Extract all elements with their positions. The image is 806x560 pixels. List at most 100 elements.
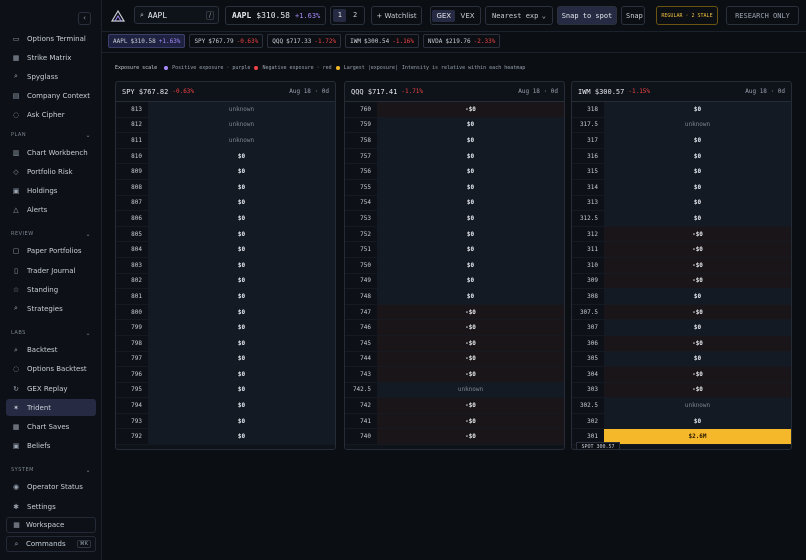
exposure-cell[interactable]: unknown bbox=[604, 398, 791, 413]
strike-row[interactable]: 808 $0 bbox=[116, 179, 335, 196]
strike-row[interactable]: 316 $0 bbox=[572, 148, 791, 165]
strike-row[interactable]: 796 $0 bbox=[116, 367, 335, 383]
exposure-cell[interactable]: $0 bbox=[377, 273, 564, 289]
strike-row[interactable]: 752 $0 bbox=[345, 226, 564, 243]
exposure-cell[interactable]: $0 bbox=[148, 179, 335, 195]
exposure-cell[interactable]: $0 bbox=[148, 320, 335, 335]
sidebar-item-spyglass[interactable]: ⌕ Spyglass bbox=[6, 68, 96, 85]
sidebar-item-strategies[interactable]: ⌕ Strategies bbox=[6, 300, 96, 317]
strike-row[interactable]: 307.5 -$0 bbox=[572, 304, 791, 321]
strike-row[interactable]: 797 $0 bbox=[116, 351, 335, 368]
expiry-select[interactable]: Nearest exp ⌄ bbox=[485, 6, 553, 25]
strike-row[interactable]: 758 $0 bbox=[345, 133, 564, 149]
exposure-cell[interactable]: $0 bbox=[604, 413, 791, 429]
strike-row[interactable]: 302 $0 bbox=[572, 413, 791, 430]
strike-row[interactable]: 757 $0 bbox=[345, 148, 564, 165]
exposure-cell[interactable]: unknown bbox=[148, 117, 335, 133]
exposure-cell[interactable]: $0 bbox=[604, 148, 791, 164]
exposure-cell[interactable]: $0 bbox=[377, 211, 564, 226]
exposure-cell[interactable]: $0 bbox=[148, 211, 335, 226]
exposure-cell[interactable]: $0 bbox=[377, 133, 564, 148]
strike-row[interactable]: 302.5 unknown bbox=[572, 398, 791, 414]
exposure-cell[interactable]: $0 bbox=[604, 211, 791, 226]
active-ticker-quote[interactable]: AAPL $310.58 +1.63% bbox=[225, 6, 326, 25]
strike-row[interactable]: 794 $0 bbox=[116, 398, 335, 414]
quote-chip-qqq[interactable]: QQQ $717.33 -1.72% bbox=[267, 34, 342, 48]
layout-2-button[interactable]: 2 bbox=[349, 9, 362, 22]
exposure-cell[interactable]: $0 bbox=[148, 351, 335, 367]
exposure-cell[interactable]: -$0 bbox=[377, 413, 564, 429]
strike-row[interactable]: 304 -$0 bbox=[572, 367, 791, 383]
ticker-search[interactable]: ⌕ / bbox=[134, 6, 219, 24]
exposure-cell[interactable]: $0 bbox=[148, 148, 335, 164]
watchlist-button[interactable]: + Watchlist bbox=[371, 6, 422, 25]
exposure-cell[interactable]: unknown bbox=[377, 382, 564, 398]
exposure-cell[interactable]: $0 bbox=[604, 289, 791, 304]
strike-row[interactable]: 792 $0 bbox=[116, 429, 335, 446]
sidebar-item-portfolio-risk[interactable]: ◇ Portfolio Risk bbox=[6, 163, 96, 180]
exposure-cell[interactable]: -$0 bbox=[377, 351, 564, 367]
snap-to-spot-button[interactable]: Snap to spot bbox=[557, 6, 617, 25]
exposure-cell[interactable]: $0 bbox=[148, 304, 335, 320]
exposure-cell[interactable]: $0 bbox=[148, 335, 335, 351]
strike-row[interactable]: 812 unknown bbox=[116, 117, 335, 134]
exposure-cell[interactable]: -$0 bbox=[604, 382, 791, 398]
exposure-cell[interactable]: unknown bbox=[148, 133, 335, 148]
strike-row[interactable]: 793 $0 bbox=[116, 413, 335, 430]
exposure-cell[interactable]: $2.6M bbox=[604, 429, 791, 445]
sidebar-item-options-backtest[interactable]: ◌ Options Backtest bbox=[6, 361, 96, 378]
sidebar-item-trader-journal[interactable]: ▯ Trader Journal bbox=[6, 262, 96, 279]
strike-row[interactable]: 317 $0 bbox=[572, 133, 791, 149]
strike-row[interactable]: 745 -$0 bbox=[345, 335, 564, 352]
exposure-cell[interactable]: $0 bbox=[377, 226, 564, 242]
sidebar-section-plan[interactable]: PLAN ⌄ bbox=[11, 132, 91, 139]
mode-vex-button[interactable]: VEX bbox=[457, 10, 479, 22]
strike-row[interactable]: 759 $0 bbox=[345, 117, 564, 134]
exposure-cell[interactable]: $0 bbox=[604, 351, 791, 367]
sidebar-item-settings[interactable]: ✱ Settings bbox=[6, 498, 96, 515]
layout-1-button[interactable]: 1 bbox=[333, 9, 347, 22]
sidebar-item-paper-portfolios[interactable]: ▢ Paper Portfolios bbox=[6, 243, 96, 260]
exposure-cell[interactable]: -$0 bbox=[377, 102, 564, 117]
mode-gex-button[interactable]: GEX bbox=[432, 9, 456, 22]
exposure-cell[interactable]: -$0 bbox=[604, 335, 791, 351]
exposure-cell[interactable]: $0 bbox=[377, 289, 564, 304]
collapse-sidebar-button[interactable]: ‹ bbox=[78, 12, 91, 25]
exposure-cell[interactable]: -$0 bbox=[377, 304, 564, 320]
exposure-cell[interactable]: $0 bbox=[148, 367, 335, 382]
exposure-cell[interactable]: -$0 bbox=[604, 304, 791, 320]
strike-row[interactable]: 315 $0 bbox=[572, 164, 791, 180]
exposure-cell[interactable]: $0 bbox=[377, 195, 564, 211]
strike-row[interactable]: 743 -$0 bbox=[345, 367, 564, 383]
sidebar-item-chart-workbench[interactable]: ▥ Chart Workbench bbox=[6, 144, 96, 161]
exposure-cell[interactable]: -$0 bbox=[377, 398, 564, 413]
exposure-cell[interactable]: $0 bbox=[148, 413, 335, 429]
quote-chip-aapl[interactable]: AAPL $310.58 +1.63% bbox=[108, 34, 186, 48]
snap-secondary-button[interactable]: Snap bbox=[621, 6, 645, 25]
exposure-cell[interactable]: $0 bbox=[377, 117, 564, 133]
sidebar-item-options-terminal[interactable]: ▭ Options Terminal bbox=[6, 30, 96, 47]
strike-row[interactable]: 804 $0 bbox=[116, 242, 335, 258]
strike-row[interactable]: 744 -$0 bbox=[345, 351, 564, 368]
exposure-cell[interactable]: $0 bbox=[377, 242, 564, 257]
sidebar-section-labs[interactable]: LABS ⌄ bbox=[11, 330, 91, 337]
strike-row[interactable]: 799 $0 bbox=[116, 320, 335, 336]
exposure-cell[interactable]: $0 bbox=[148, 195, 335, 211]
strike-row[interactable]: 813 unknown bbox=[116, 102, 335, 118]
strike-row[interactable]: 748 $0 bbox=[345, 289, 564, 305]
strike-row[interactable]: 307 $0 bbox=[572, 320, 791, 336]
strike-row[interactable]: 755 $0 bbox=[345, 179, 564, 196]
strike-row[interactable]: 312.5 $0 bbox=[572, 211, 791, 227]
exposure-cell[interactable]: $0 bbox=[377, 148, 564, 164]
strike-row[interactable]: 749 $0 bbox=[345, 273, 564, 290]
exposure-cell[interactable]: $0 bbox=[604, 102, 791, 117]
strike-row[interactable]: 795 $0 bbox=[116, 382, 335, 399]
exposure-cell[interactable]: $0 bbox=[604, 320, 791, 335]
exposure-cell[interactable]: -$0 bbox=[604, 242, 791, 257]
sidebar-item-chart-saves[interactable]: ▦ Chart Saves bbox=[6, 418, 96, 435]
workspace-button[interactable]: ▦ Workspace bbox=[6, 517, 96, 533]
strike-row[interactable]: 811 unknown bbox=[116, 133, 335, 149]
strike-row[interactable]: 760 -$0 bbox=[345, 102, 564, 118]
strike-row[interactable]: 313 $0 bbox=[572, 195, 791, 212]
strike-row[interactable]: 747 -$0 bbox=[345, 304, 564, 321]
